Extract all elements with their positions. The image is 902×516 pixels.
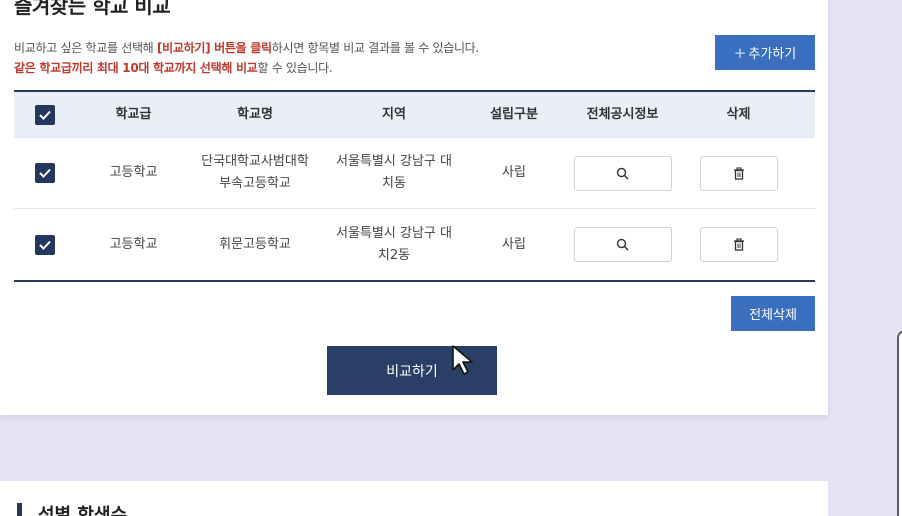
delete-all-button[interactable]: 전체삭제 bbox=[731, 296, 815, 331]
row-school-name: 단국대학교사범대학 부속고등학교 bbox=[201, 154, 309, 191]
check-icon bbox=[39, 110, 51, 120]
row-region: 서울특별시 강남구 대 치2동 bbox=[336, 225, 452, 263]
header-level: 학교급 bbox=[115, 106, 152, 122]
check-icon bbox=[39, 168, 51, 178]
compare-table: 학교급 학교명 지역 설립구분 전체공시정보 삭제 고등학교 단국대학교사범대학… bbox=[14, 90, 815, 282]
panel-title: 즐겨찾는 학교 비교 bbox=[14, 0, 171, 18]
description-line-1: 비교하고 싶은 학교를 선택해 [비교하기] 버튼을 클릭하시면 항목별 비교 … bbox=[14, 41, 479, 55]
description-highlight: [비교하기] 버튼을 클릭 bbox=[156, 41, 272, 55]
section-title: 성별 학생수 bbox=[38, 505, 128, 516]
row-school-name: 휘문고등학교 bbox=[219, 236, 291, 252]
panel-description: 비교하고 싶은 학교를 선택해 [비교하기] 버튼을 클릭하시면 항목별 비교 … bbox=[14, 38, 479, 78]
view-info-button[interactable] bbox=[573, 227, 672, 262]
mouse-pointer-icon bbox=[452, 345, 473, 375]
section-accent-bar bbox=[17, 503, 22, 516]
header-delete: 삭제 bbox=[726, 106, 751, 122]
row-checkbox[interactable] bbox=[35, 234, 55, 255]
row-level: 고등학교 bbox=[109, 165, 158, 180]
header-type: 설립구분 bbox=[490, 106, 538, 122]
trash-icon bbox=[733, 166, 744, 180]
header-region: 지역 bbox=[382, 106, 406, 122]
add-school-button[interactable]: + 추가하기 bbox=[715, 35, 815, 70]
row-type: 사립 bbox=[502, 165, 526, 180]
table-row: 고등학교 단국대학교사범대학 부속고등학교 서울특별시 강남구 대 치동 사립 bbox=[14, 138, 815, 209]
compare-panel: 즐겨찾는 학교 비교 비교하고 싶은 학교를 선택해 [비교하기] 버튼을 클릭… bbox=[0, 0, 828, 415]
table-header: 학교급 학교명 지역 설립구분 전체공시정보 삭제 bbox=[14, 92, 815, 138]
row-checkbox[interactable] bbox=[35, 163, 55, 183]
table-row: 고등학교 휘문고등학교 서울특별시 강남구 대 치2동 사립 bbox=[14, 209, 815, 280]
row-type: 사립 bbox=[502, 236, 526, 252]
row-region: 서울특별시 강남구 대 치동 bbox=[336, 154, 452, 191]
header-name: 학교명 bbox=[237, 106, 273, 122]
search-icon bbox=[616, 167, 629, 179]
view-info-button[interactable] bbox=[573, 155, 672, 191]
gender-students-section: 성별 학생수 bbox=[0, 481, 828, 516]
plus-icon: + bbox=[733, 43, 747, 62]
select-all-checkbox[interactable] bbox=[35, 104, 55, 125]
delete-row-button[interactable] bbox=[699, 155, 778, 191]
trash-icon bbox=[733, 238, 744, 251]
description-line-2: 같은 학교급끼리 최대 10대 학교까지 선택해 비교할 수 있습니다. bbox=[14, 61, 333, 75]
side-panel-edge bbox=[897, 330, 902, 516]
search-icon bbox=[616, 238, 629, 251]
row-level: 고등학교 bbox=[109, 236, 158, 252]
check-icon bbox=[39, 240, 51, 250]
delete-row-button[interactable] bbox=[699, 227, 778, 262]
header-info: 전체공시정보 bbox=[586, 106, 659, 122]
